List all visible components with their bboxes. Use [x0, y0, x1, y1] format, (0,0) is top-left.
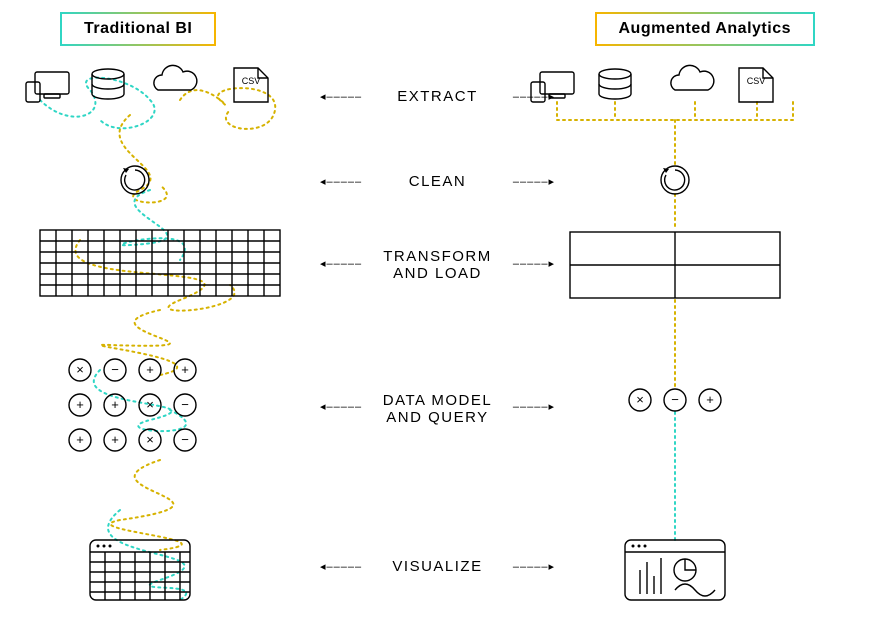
cloud-icon	[671, 65, 714, 90]
svg-text:+: +	[181, 362, 189, 377]
title-augmented-analytics: Augmented Analytics	[595, 12, 816, 46]
csv-file-icon: CSV	[739, 68, 773, 102]
svg-text:+: +	[76, 397, 84, 412]
arrow-left-icon: ◂‒‒‒‒‒	[320, 257, 362, 270]
connector-tangled	[40, 78, 155, 129]
connector-simple	[557, 102, 793, 168]
svg-text:×: ×	[146, 432, 154, 447]
stage-datamodel: DATA MODEL AND QUERY	[348, 392, 528, 426]
title-traditional-bi: Traditional BI	[60, 12, 216, 46]
arrow-left-icon: ◂‒‒‒‒‒	[320, 400, 362, 413]
stage-extract: EXTRACT	[348, 88, 528, 105]
connector-tangled	[75, 240, 234, 311]
database-icon	[92, 69, 124, 99]
stage-clean: CLEAN	[348, 173, 528, 190]
cloud-icon	[154, 65, 197, 90]
svg-text:×: ×	[636, 392, 644, 407]
connector-tangled	[119, 115, 166, 203]
dashboard-window-icon	[625, 540, 725, 600]
svg-text:+: +	[111, 397, 119, 412]
svg-text:−: −	[111, 362, 119, 377]
svg-text:×: ×	[146, 397, 154, 412]
stage-transform: TRANSFORM AND LOAD	[348, 248, 528, 282]
svg-text:+: +	[76, 432, 84, 447]
svg-text:−: −	[671, 392, 679, 407]
traditional-bi-column: CSV × − + + + + × − + +	[30, 60, 310, 620]
stage-visualize: VISUALIZE	[348, 558, 528, 575]
arrow-left-icon: ◂‒‒‒‒‒	[320, 90, 362, 103]
csv-label: CSV	[747, 76, 766, 86]
refresh-icon	[121, 166, 149, 194]
svg-text:−: −	[181, 432, 189, 447]
svg-text:−: −	[181, 397, 189, 412]
csv-label: CSV	[242, 76, 261, 86]
operators-grid-icon: × − + + + + × − + + × −	[69, 359, 196, 451]
dense-grid-icon	[40, 230, 280, 296]
connector-tangled	[180, 88, 275, 129]
svg-text:+: +	[146, 362, 154, 377]
refresh-icon	[661, 166, 689, 194]
connector-tangled	[111, 460, 182, 550]
svg-text:×: ×	[76, 362, 84, 377]
devices-icon	[531, 72, 574, 102]
simple-grid-icon	[570, 232, 780, 298]
svg-text:+: +	[706, 392, 714, 407]
csv-file-icon: CSV	[234, 68, 268, 102]
augmented-analytics-column: CSV × − +	[535, 60, 815, 620]
svg-text:+: +	[111, 432, 119, 447]
connector-tangled	[122, 190, 185, 260]
operators-row-icon: × − +	[629, 389, 721, 411]
arrow-left-icon: ◂‒‒‒‒‒	[320, 560, 362, 573]
devices-icon	[26, 72, 69, 102]
database-icon	[599, 69, 631, 99]
arrow-left-icon: ◂‒‒‒‒‒	[320, 175, 362, 188]
